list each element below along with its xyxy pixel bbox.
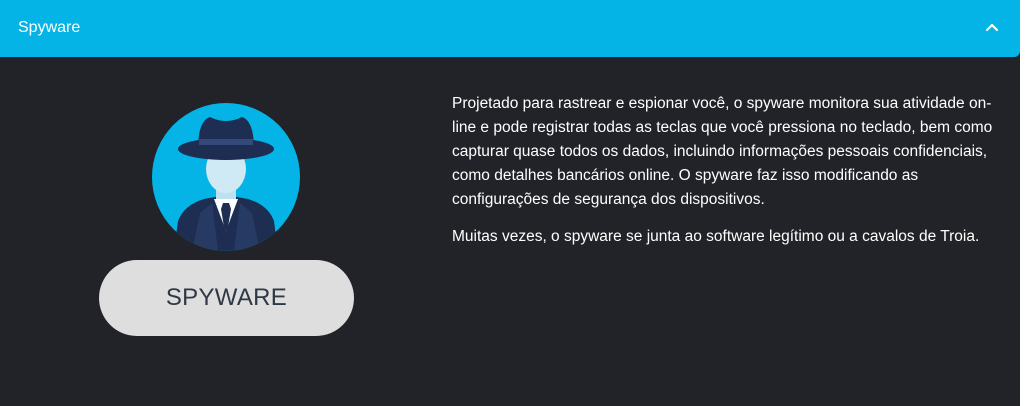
spyware-label-pill: SPYWARE	[99, 260, 354, 336]
description-paragraph: Projetado para rastrear e espionar você,…	[452, 95, 993, 208]
accordion-header[interactable]: Spyware	[0, 0, 1020, 57]
accordion-panel: Spyware SPYWARE Projetado para rastrear …	[0, 0, 1020, 406]
spy-avatar-icon	[152, 103, 300, 251]
accordion-title: Spyware	[18, 19, 81, 36]
description-paragraph: Muitas vezes, o spyware se junta ao soft…	[452, 228, 980, 245]
chevron-up-icon[interactable]	[982, 17, 1002, 37]
description-text: Projetado para rastrear e espionar você,…	[452, 92, 1000, 262]
